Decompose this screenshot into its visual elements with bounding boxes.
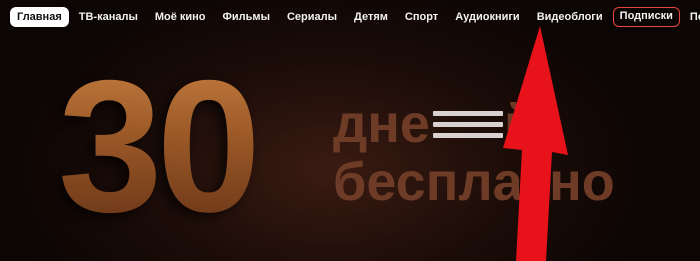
- nav-item-kids[interactable]: Детям: [347, 7, 395, 27]
- top-navigation: Главная ТВ-каналы Моё кино Фильмы Сериал…: [0, 0, 700, 34]
- nav-item-audiobooks[interactable]: Аудиокниги: [448, 7, 527, 27]
- app-window: Главная ТВ-каналы Моё кино Фильмы Сериал…: [0, 0, 700, 261]
- nav-item-tv-channels[interactable]: ТВ-каналы: [72, 7, 145, 27]
- hero-line-1-end: й: [503, 94, 538, 154]
- nav-item-videoblogs[interactable]: Видеоблоги: [530, 7, 610, 27]
- nav-item-my-movies[interactable]: Моё кино: [148, 7, 213, 27]
- nav-item-main[interactable]: Главная: [10, 7, 69, 27]
- nav-item-subscriptions[interactable]: Подписки: [612, 7, 680, 27]
- nav-item-movies[interactable]: Фильмы: [216, 7, 277, 27]
- hero-number: 30: [58, 41, 261, 251]
- hero-line-1-start: дне: [333, 94, 430, 154]
- nav-item-sport[interactable]: Спорт: [398, 7, 445, 27]
- stripe-logo-mark: [433, 111, 503, 145]
- hero-line-2: бесплатно: [333, 152, 615, 212]
- nav-item-series[interactable]: Сериалы: [280, 7, 344, 27]
- nav-item-collections[interactable]: Подборки: [683, 7, 700, 27]
